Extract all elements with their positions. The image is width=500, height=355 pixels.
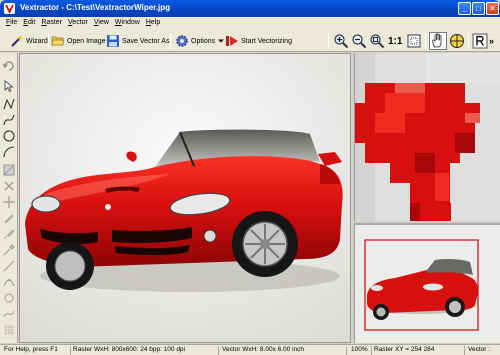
toolbar: Wizard Open Image Save Vector As Options… [0,30,500,52]
node-tool-icon[interactable] [2,275,16,289]
title-bar: Vextractor - C:\Test\VextractorWiper.jpg… [0,0,500,17]
toolbar-overflow-button[interactable]: » [489,32,494,50]
menu-window-key: W [114,19,122,26]
wizard-label: Wizard [26,37,48,45]
curve-tool-icon[interactable] [2,113,16,127]
undo-tool-icon[interactable] [2,59,16,73]
start-vectorizing-label: Start Vectorizing [241,37,292,45]
actual-size-button[interactable]: 1:1 [388,32,402,50]
car-image [20,54,350,342]
status-help-text: For Help, press F1 [4,346,58,353]
menu-help[interactable]: Help [143,17,163,30]
minimize-button[interactable]: _ [458,2,471,15]
r-icon[interactable] [472,33,488,49]
navigator-thumbnail [355,225,500,343]
fill-tool-icon[interactable] [2,163,16,177]
menu-vector-label: ector [72,19,88,26]
status-vector-label: Vector : [468,346,491,353]
menu-file[interactable]: File [3,17,20,30]
toolbar-separator [328,33,329,49]
toolbar-separator [425,33,426,49]
toolbar-separator [468,33,469,49]
zoom-fit-icon[interactable] [369,33,385,49]
zoom-window-icon[interactable] [406,33,422,49]
move-tool-icon[interactable] [2,195,16,209]
status-separator [464,346,465,355]
menu-view[interactable]: View [91,17,112,30]
pen-tool-icon[interactable] [2,211,16,225]
polyline-tool-icon[interactable] [2,97,16,111]
menu-help-label: elp [150,19,161,26]
status-raster-info: Raster WxH: 800x600: 24 bpp: 100 dpi [73,346,186,353]
zoom-preview-panel [354,53,500,221]
menu-raster[interactable]: Raster [38,17,65,30]
main-canvas[interactable] [19,53,351,343]
erase-tool-icon[interactable] [2,291,16,305]
select-tool-icon[interactable] [2,79,16,93]
menu-edit[interactable]: Edit [20,17,38,30]
delete-tool-icon[interactable] [2,179,16,193]
close-button[interactable]: ✕ [486,2,499,15]
menu-view-label: iew [98,19,109,26]
status-zoom: 100% [351,346,368,353]
maximize-button[interactable]: □ [472,2,485,15]
zoom-preview-image [355,53,500,221]
menu-bar: File Edit Raster Vector View Window Help [0,17,500,30]
grid-tool-icon[interactable] [2,323,16,337]
toolbar-separator [48,33,49,49]
gear-icon [176,35,188,47]
status-separator [70,346,71,355]
circle-tool-icon[interactable] [2,129,16,143]
save-vector-label: Save Vector As [122,37,170,45]
target-icon[interactable] [449,33,465,49]
brush-tool-icon[interactable] [2,227,16,241]
tool-palette [0,53,18,343]
options-label: Options [191,37,216,45]
app-icon [4,3,15,15]
floppy-icon [107,35,119,47]
menu-window-label: indow [121,19,140,26]
bezier-tool-icon[interactable] [2,307,16,321]
wizard-button[interactable]: Wizard [10,32,48,50]
save-vector-button[interactable]: Save Vector As [106,32,169,50]
toolbar-separator [170,33,171,49]
window-title: Vextractor - C:\Test\VextractorWiper.jpg [20,3,171,12]
chevron-down-icon [218,39,225,43]
options-button[interactable]: Options [175,32,225,50]
status-separator [218,346,219,355]
menu-vector[interactable]: Vector [65,17,91,30]
hand-icon[interactable] [429,32,447,50]
open-image-label: Open Image [67,37,106,45]
navigator-panel[interactable] [354,223,500,343]
status-separator [371,346,372,355]
zoom-out-icon[interactable] [351,33,367,49]
menu-raster-label: aster [46,19,62,26]
line-tool-icon[interactable] [2,259,16,273]
open-image-button[interactable]: Open Image [51,32,106,50]
arc-tool-icon[interactable] [2,145,16,159]
menu-edit-label: dit [27,19,36,26]
menu-file-label: ile [10,19,18,26]
status-raster-xy: Raster XY = 254 284 [374,346,435,353]
status-vector-info: Vector WxH: 8.00x 6.00 inch [222,346,305,353]
status-separator [346,346,347,355]
zoom-in-icon[interactable] [333,33,349,49]
folder-open-icon [51,36,65,46]
eyedropper-tool-icon[interactable] [2,243,16,257]
menu-window[interactable]: Window [112,17,143,30]
wand-icon [11,35,24,47]
start-icon [226,36,238,46]
status-bar: For Help, press F1 Raster WxH: 800x600: … [0,344,500,355]
start-vectorizing-button[interactable]: Start Vectorizing [225,32,292,50]
